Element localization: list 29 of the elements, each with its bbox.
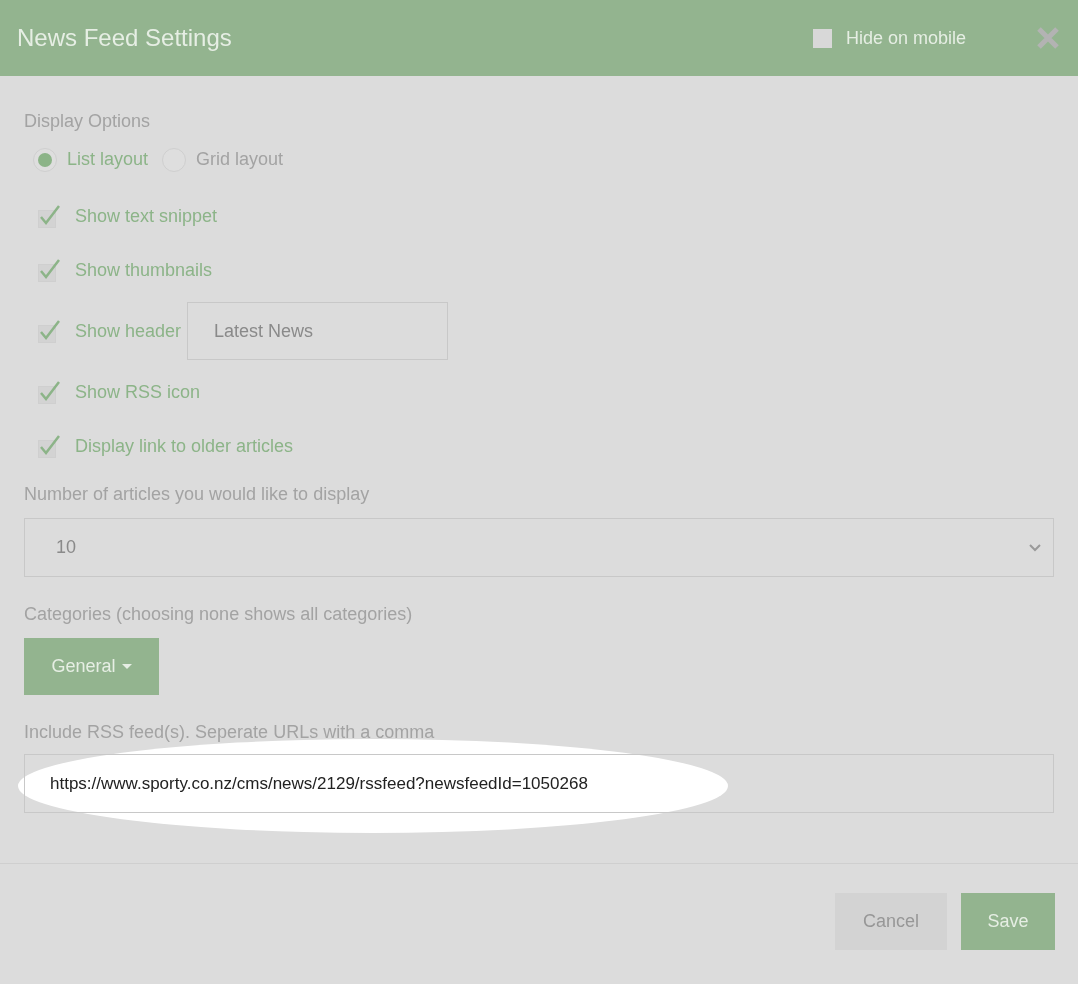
close-icon[interactable] [1036,26,1060,50]
hide-on-mobile-label: Hide on mobile [845,26,966,50]
checkbox-label: Show RSS icon [75,380,201,404]
checkbox-label: Show thumbnails [75,258,213,282]
field-label: Include RSS feed(s). Seperate URLs with a comma [24,721,436,744]
checkbox[interactable] [38,380,61,404]
rss-url-field[interactable]: https://www.sporty.co.nz/cms/news/2129/rssfeed?newsfeedId=1050268 [24,754,1054,813]
checkbox[interactable] [38,258,61,282]
section-label: Display Options [24,110,152,132]
checkbox-label: Display link to older articles [75,434,294,458]
dialog-title: News Feed Settings [17,23,232,53]
categories-dropdown-button[interactable]: General [24,638,159,695]
radio-label: List layout [67,148,149,171]
header-text-field[interactable]: Latest News [187,302,449,360]
caret-icon [121,663,132,670]
checkbox[interactable] [38,319,61,343]
checkbox-label: Show text snippet [75,204,218,228]
checkbox[interactable] [812,28,832,48]
field-label: Number of articles you would like to display [24,483,371,506]
checkbox-label: Show header [75,319,182,343]
radio-button[interactable] [33,147,57,172]
cancel-button[interactable]: Cancel [835,893,947,950]
checkbox[interactable] [38,434,61,458]
save-button[interactable]: Save [961,893,1055,950]
chevron-down-icon [1029,543,1041,552]
field-label: Categories (choosing none shows all categories) [24,603,414,626]
radio-label: Grid layout [196,148,284,171]
checkbox[interactable] [38,204,61,228]
article-count-select[interactable]: 10 [24,518,1054,577]
